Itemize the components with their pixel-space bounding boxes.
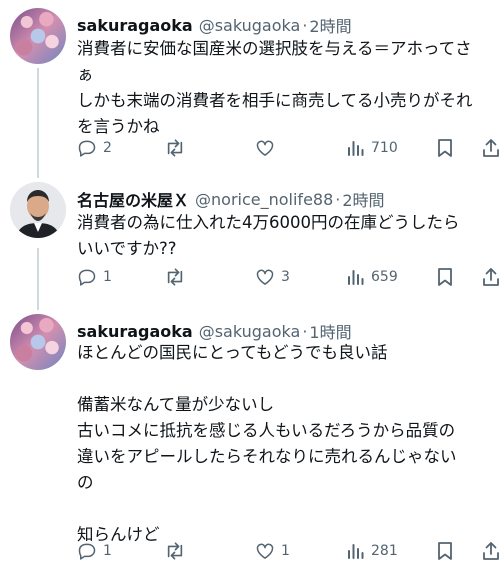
tweet-text-line: いいですか??: [77, 239, 177, 258]
share-button[interactable]: [482, 136, 500, 160]
like-count: 3: [281, 269, 290, 285]
avatar[interactable]: [10, 8, 66, 64]
retweet-icon: [164, 138, 186, 158]
tweet-text-line: 消費者に安価な国産米の選択肢を与える＝アホってさ: [77, 39, 472, 58]
heart-icon: [255, 541, 275, 561]
avatar[interactable]: [10, 182, 66, 238]
tweet-actions: 2 710: [77, 136, 500, 160]
reply-count: 2: [103, 140, 112, 156]
reply-count: 1: [103, 269, 112, 285]
retweet-button[interactable]: [164, 539, 192, 563]
bookmark-button[interactable]: [437, 265, 453, 289]
tweet-text-line: の: [77, 473, 94, 492]
display-name[interactable]: 名古屋の米屋Ｘ: [77, 187, 189, 211]
tweet-text: 消費者の為に仕入れた4万6000円の在庫どうしたら いいですか??: [77, 210, 497, 262]
retweet-button[interactable]: [164, 265, 192, 289]
share-button[interactable]: [482, 265, 500, 289]
bookmark-button[interactable]: [437, 539, 453, 563]
tweet-actions: 1 1 281: [77, 539, 500, 563]
share-icon: [482, 541, 500, 561]
timestamp[interactable]: 2時間: [342, 187, 384, 211]
tweet-text-line: [77, 366, 497, 392]
tweet-2[interactable]: 名古屋の米屋Ｘ @norice_nolife88 · 2時間 消費者の為に仕入れ…: [0, 182, 500, 300]
reply-button[interactable]: 2: [77, 136, 112, 160]
bookmark-icon: [437, 541, 453, 561]
share-icon: [482, 267, 500, 287]
tweet-1[interactable]: sakuragaoka @sakugaoka · 2時間 消費者に安価な国産米の…: [0, 8, 500, 170]
tweet-text-line: しかも末端の消費者を相手に商売してる小売りがそれ: [77, 91, 473, 110]
like-count: 1: [281, 543, 290, 559]
user-handle[interactable]: @norice_nolife88: [195, 190, 333, 209]
display-name[interactable]: sakuragaoka: [77, 322, 193, 341]
tweet-text: 消費者に安価な国産米の選択肢を与える＝アホってさ ぁ しかも末端の消費者を相手に…: [77, 36, 497, 140]
reply-icon: [77, 267, 97, 287]
views-button[interactable]: 710: [347, 136, 398, 160]
tweet-text-line: 消費者の為に仕入れた4万6000円の在庫どうしたら: [77, 213, 460, 232]
heart-icon: [255, 267, 275, 287]
heart-icon: [255, 138, 275, 158]
share-icon: [482, 138, 500, 158]
tweet-text-line: 違いをアピールしたらそれなりに売れるんじゃない: [77, 447, 457, 466]
like-button[interactable]: [255, 136, 281, 160]
views-chart-icon: [347, 268, 365, 286]
tweet-text-line: 古いコメに抵抗を感じる人もいるだろうから品質の: [77, 421, 456, 440]
reply-count: 1: [103, 543, 112, 559]
retweet-button[interactable]: [164, 136, 192, 160]
tweet-actions: 1 3 659: [77, 265, 500, 289]
tweet-header: sakuragaoka @sakugaoka · 2時間: [77, 12, 352, 38]
reply-icon: [77, 138, 97, 158]
views-count: 659: [371, 269, 398, 285]
timestamp[interactable]: 2時間: [309, 13, 351, 37]
views-count: 710: [371, 140, 398, 156]
views-button[interactable]: 281: [347, 539, 398, 563]
bookmark-icon: [437, 138, 453, 158]
like-button[interactable]: 3: [255, 265, 290, 289]
reply-icon: [77, 541, 97, 561]
tweet-text: ほとんどの国民にとってもどうでも良い話 備蓄米なんて量が少ないし 古いコメに抵抗…: [77, 340, 497, 548]
tweet-text-line: ぁ: [77, 65, 94, 84]
separator-dot: ·: [302, 321, 308, 341]
reply-button[interactable]: 1: [77, 265, 112, 289]
reply-button[interactable]: 1: [77, 539, 112, 563]
like-button[interactable]: 1: [255, 539, 290, 563]
user-handle[interactable]: @sakugaoka: [199, 322, 301, 341]
views-chart-icon: [347, 139, 365, 157]
views-chart-icon: [347, 542, 365, 560]
tweet-text-line: ほとんどの国民にとってもどうでも良い話: [77, 343, 388, 362]
display-name[interactable]: sakuragaoka: [77, 16, 193, 35]
user-handle[interactable]: @sakugaoka: [199, 16, 301, 35]
separator-dot: ·: [302, 15, 308, 35]
tweet-header: 名古屋の米屋Ｘ @norice_nolife88 · 2時間: [77, 186, 385, 212]
person-avatar-icon: [10, 182, 66, 238]
tweet-3[interactable]: sakuragaoka @sakugaoka · 1時間 ほとんどの国民にとって…: [0, 314, 500, 576]
avatar[interactable]: [10, 314, 66, 370]
views-count: 281: [371, 543, 398, 559]
tweet-text-line: 備蓄米なんて量が少ないし: [77, 395, 275, 414]
bookmark-icon: [437, 267, 453, 287]
separator-dot: ·: [335, 189, 341, 209]
share-button[interactable]: [482, 539, 500, 563]
retweet-icon: [164, 541, 186, 561]
views-button[interactable]: 659: [347, 265, 398, 289]
bookmark-button[interactable]: [437, 136, 453, 160]
retweet-icon: [164, 267, 186, 287]
tweet-text-line: [77, 496, 497, 522]
